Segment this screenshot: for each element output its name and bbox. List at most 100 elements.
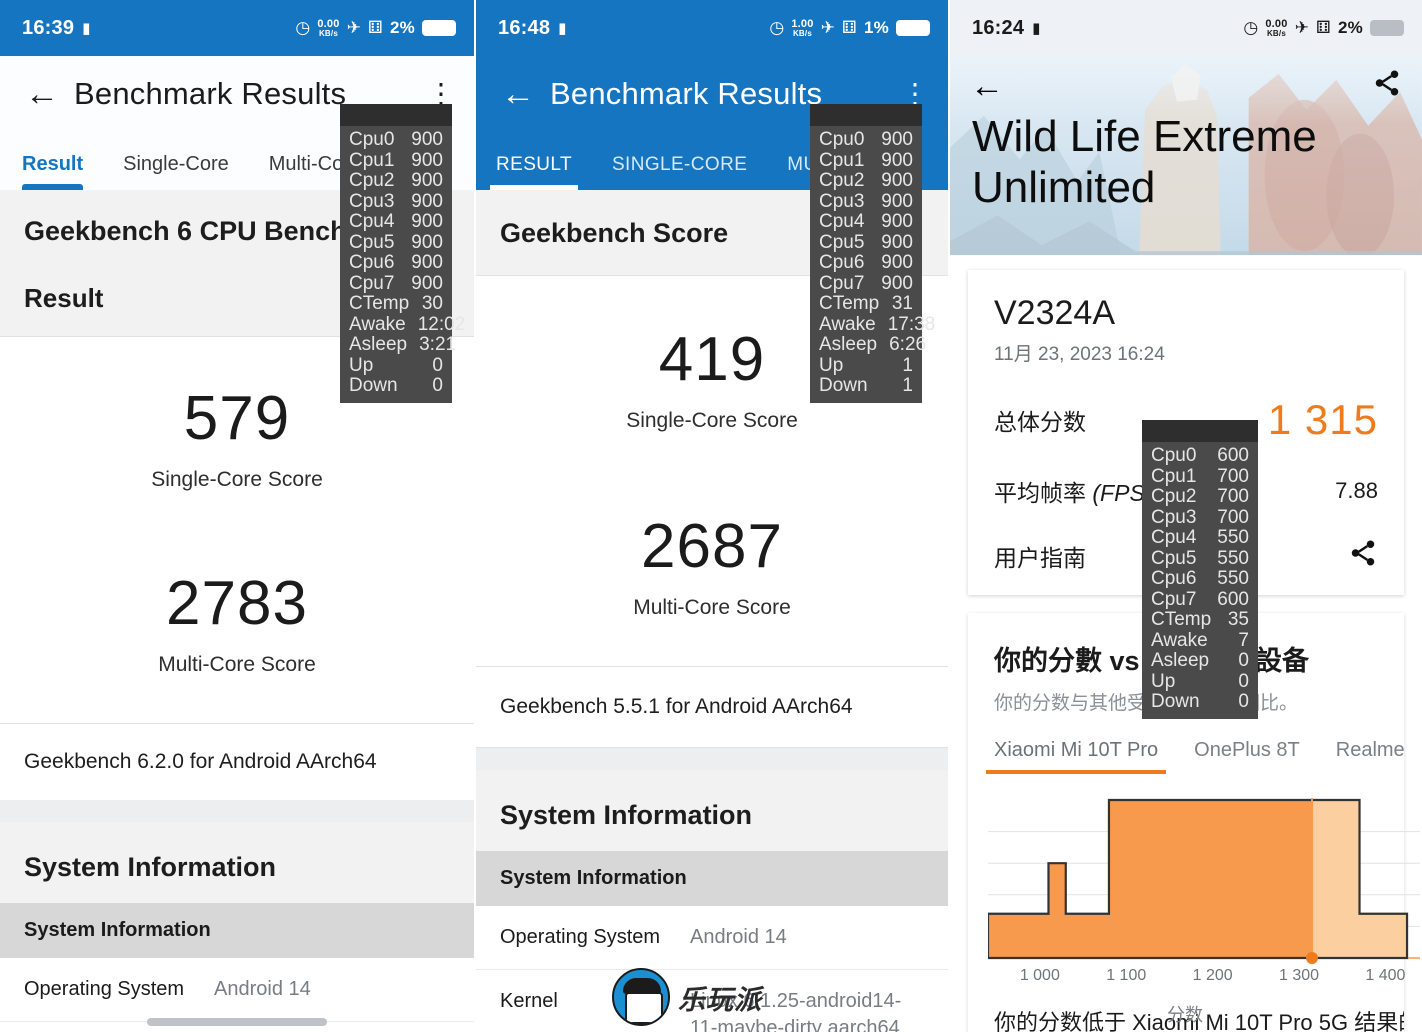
back-arrow-icon[interactable]: ←: [970, 69, 1004, 103]
share-icon[interactable]: [1348, 538, 1378, 573]
single-core-score-label: Single-Core Score: [626, 409, 798, 432]
overlay-row: Cpu5 900: [819, 232, 913, 254]
overall-score-label: 总体分数: [994, 409, 1086, 435]
overlay-row: Cpu3 700: [1151, 507, 1249, 529]
overlay-row-key: Up: [819, 354, 844, 376]
status-bar-right: ◷ 0.00 KB/s ✈ ⚅ 2%: [295, 18, 456, 38]
overflow-menu-icon[interactable]: ⋮: [426, 79, 456, 107]
battery-icon: [422, 20, 456, 36]
tab-single-core[interactable]: Single-Core: [123, 153, 229, 190]
share-icon[interactable]: [1372, 68, 1402, 103]
overlay-row: Up 0: [1151, 671, 1249, 693]
score-marker-dot: [1306, 952, 1318, 964]
table-row: Operating System Android 14: [476, 906, 948, 970]
comparison-tab-xiaomi[interactable]: Xiaomi Mi 10T Pro: [985, 739, 1167, 774]
overlay-row-value: 900: [411, 272, 443, 294]
overlay-row-value: 0: [1238, 691, 1249, 713]
overlay-row: Awake 17:38: [819, 313, 935, 336]
back-arrow-icon[interactable]: ←: [18, 77, 66, 111]
overlay-row: Up 1: [819, 354, 913, 377]
overlay-row-value: 900: [411, 211, 443, 233]
overlay-row-value: 17:38: [887, 313, 936, 335]
row-key: Operating System: [24, 978, 185, 1000]
overlay-row-key: Cpu0: [1151, 445, 1197, 466]
overlay-row: Down 0: [1151, 692, 1249, 713]
overlay-row-value: 900: [411, 149, 443, 171]
overlay-row-key: Down: [1151, 691, 1200, 713]
overlay-row-value: 30: [421, 293, 443, 315]
overlay-row-key: Cpu0: [349, 129, 395, 150]
system-information-title: System Information: [24, 852, 277, 882]
overlay-row: Cpu7 600: [1151, 589, 1249, 611]
overlay-row: Cpu7 900: [819, 272, 913, 295]
overlay-row: Awake 12:02: [349, 314, 465, 336]
overlay-row: Cpu2 900: [819, 171, 913, 192]
overlay-row-key: Cpu5: [1151, 547, 1197, 569]
network-speed-indicator: 0.00 KB/s: [1265, 18, 1287, 38]
overlay-row-key: Awake: [1151, 629, 1208, 651]
comparison-tab-oneplus[interactable]: OnePlus 8T: [1194, 739, 1300, 774]
panel-3dmark: 16:24 ▮ ◷ 0.00 KB/s ✈ ⚅ 2% ← Wild Life E…: [948, 0, 1422, 1032]
single-core-score-label: Single-Core Score: [151, 468, 323, 491]
overlay-row-value: 900: [411, 129, 443, 150]
network-speed-value: 1.00: [791, 17, 814, 30]
overlay-row-value: 600: [1217, 445, 1249, 466]
battery-small-icon: ▮: [82, 20, 91, 37]
overlay-row: Cpu0 600: [1151, 445, 1249, 467]
multi-core-score-value: 2783: [166, 569, 308, 638]
multi-core-score-value: 2687: [641, 512, 783, 581]
system-information-title: System Information: [500, 800, 753, 830]
tab-result[interactable]: Result: [22, 153, 84, 190]
watermark: 乐玩派: [612, 968, 762, 1026]
overlay-row-key: Cpu1: [349, 149, 395, 171]
overflow-menu-icon[interactable]: ⋮: [900, 79, 930, 107]
overlay-row: Cpu4 550: [1151, 528, 1249, 549]
multi-core-score-label: Multi-Core Score: [158, 653, 316, 676]
back-arrow-icon[interactable]: ←: [494, 77, 542, 111]
row-value: Android 14: [214, 978, 311, 1000]
overlay-row: Up 0: [349, 355, 443, 377]
result-date: 11月 23, 2023 16:24: [994, 344, 1165, 365]
status-bar: 16:48 ▮ ◷ 1.00 KB/s ✈ ⚅ 1%: [476, 0, 948, 56]
overlay-row-value: 900: [881, 211, 913, 233]
speedometer-icon: ◷: [769, 18, 785, 37]
overlay-row-key: Cpu5: [349, 231, 395, 253]
overlay-row-value: 6:26: [889, 334, 927, 356]
overlay-row: Cpu6 550: [1151, 569, 1249, 590]
device-model: V2324A: [994, 294, 1115, 332]
overlay-row-value: 0: [432, 375, 443, 397]
overlay-row-key: CTemp: [1151, 609, 1212, 631]
status-time: 16:24: [972, 16, 1025, 39]
overlay-row-value: 550: [1217, 547, 1249, 569]
overlay-row-value: 900: [881, 170, 913, 192]
overlay-row-value: 900: [881, 272, 913, 294]
section-gap: [476, 748, 948, 770]
panel-geekbench5: 16:48 ▮ ◷ 1.00 KB/s ✈ ⚅ 1% ← Benchmark R…: [474, 0, 948, 1032]
overlay-row-value: 700: [1217, 486, 1249, 508]
x-tick-label: 1 300: [1279, 967, 1319, 984]
overlay-row-key: Cpu4: [819, 211, 865, 233]
overlay-row: Cpu0 900: [819, 129, 913, 151]
comparison-tab-realme[interactable]: Realme: [1336, 739, 1404, 774]
overlay-row-value: 900: [411, 252, 443, 274]
overlay-row: Cpu6 900: [819, 253, 913, 274]
overlay-row-key: Cpu7: [349, 272, 395, 294]
overlay-row: Cpu1 700: [1151, 466, 1249, 488]
battery-icon: [896, 20, 930, 36]
overlay-row-key: CTemp: [349, 293, 410, 315]
overlay-row-key: Cpu4: [349, 211, 395, 233]
status-bar: 16:39 ▮ ◷ 0.00 KB/s ✈ ⚅ 2%: [0, 0, 474, 56]
tab-single-core[interactable]: SINGLE-CORE: [612, 154, 747, 190]
overlay-row-value: 550: [1217, 568, 1249, 590]
battery-small-icon: ▮: [1032, 20, 1041, 37]
overlay-row-value: 900: [411, 190, 443, 212]
watermark-text: 乐玩派: [678, 984, 762, 1015]
tab-result[interactable]: RESULT: [490, 154, 578, 190]
overlay-title-bar: [340, 104, 452, 126]
overlay-row-key: Awake: [819, 313, 876, 335]
gesture-navigation-bar[interactable]: [147, 1018, 327, 1026]
panel-geekbench6: 16:39 ▮ ◷ 0.00 KB/s ✈ ⚅ 2% ← Benchmark R…: [0, 0, 474, 1032]
overlay-row-value: 550: [1217, 527, 1249, 549]
overlay-row: Cpu6 900: [349, 253, 443, 274]
airplane-mode-icon: ✈: [1294, 18, 1310, 37]
